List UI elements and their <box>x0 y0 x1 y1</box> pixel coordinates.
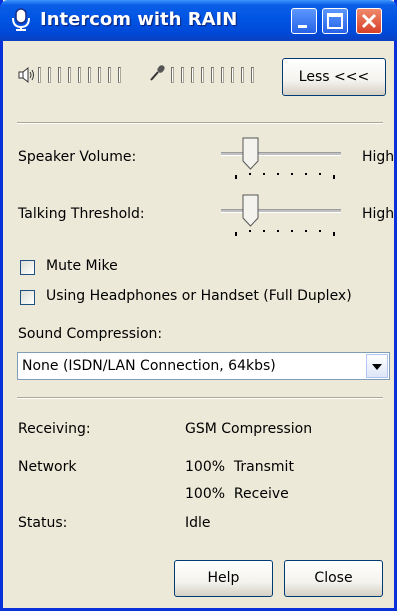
receiving-value: GSM Compression <box>185 421 313 437</box>
close-window-button[interactable] <box>356 8 382 34</box>
receiving-label: Receiving: <box>18 421 91 437</box>
close-button-label: Close <box>314 570 353 586</box>
speaker-volume-high-label: High <box>362 149 395 165</box>
window-title: Intercom with RAIN <box>40 9 238 30</box>
help-button-label: Help <box>207 570 240 586</box>
network-receive: 100% Receive <box>185 486 289 502</box>
maximize-button[interactable] <box>322 8 348 34</box>
mute-mike-checkbox[interactable] <box>20 260 35 275</box>
sound-compression-select[interactable]: None (ISDN/LAN Connection, 64kbs) <box>17 352 390 380</box>
speaker-volume-label: Speaker Volume: <box>18 149 137 165</box>
talking-threshold-label: Talking Threshold: <box>18 206 145 222</box>
slider-thumb[interactable] <box>241 194 261 228</box>
mute-mike-label[interactable]: Mute Mike <box>46 258 118 274</box>
speaker-volume-slider[interactable] <box>221 133 346 183</box>
separator <box>17 122 383 124</box>
slider-ticks <box>235 173 335 179</box>
slider-thumb[interactable] <box>241 137 261 171</box>
slider-ticks <box>235 230 335 236</box>
microphone-app-icon <box>10 8 32 32</box>
intercom-window: Intercom with RAIN Less <<< Speaker Volu… <box>0 0 397 611</box>
status-label: Status: <box>18 515 68 531</box>
headphones-label[interactable]: Using Headphones or Handset (Full Duplex… <box>46 288 352 304</box>
minimize-button[interactable] <box>291 8 317 34</box>
talking-threshold-high-label: High <box>362 206 395 222</box>
microphone-icon <box>148 63 168 87</box>
microphone-level-meter <box>171 67 271 83</box>
network-label: Network <box>18 459 77 475</box>
speaker-icon <box>18 66 36 88</box>
title-bar[interactable]: Intercom with RAIN <box>0 0 397 41</box>
help-button[interactable]: Help <box>174 560 273 597</box>
network-transmit: 100% Transmit <box>185 459 294 475</box>
talking-threshold-slider[interactable] <box>221 190 346 240</box>
less-button-label: Less <<< <box>298 69 370 85</box>
status-value: Idle <box>185 515 211 531</box>
separator <box>17 397 383 399</box>
headphones-checkbox[interactable] <box>20 290 35 305</box>
close-button[interactable]: Close <box>284 560 383 597</box>
chevron-down-icon <box>372 364 382 370</box>
speaker-level-meter <box>38 67 138 83</box>
sound-compression-value: None (ISDN/LAN Connection, 64kbs) <box>22 358 276 374</box>
dropdown-arrow-button[interactable] <box>366 354 388 378</box>
less-button[interactable]: Less <<< <box>282 58 386 96</box>
sound-compression-label: Sound Compression: <box>18 326 163 342</box>
